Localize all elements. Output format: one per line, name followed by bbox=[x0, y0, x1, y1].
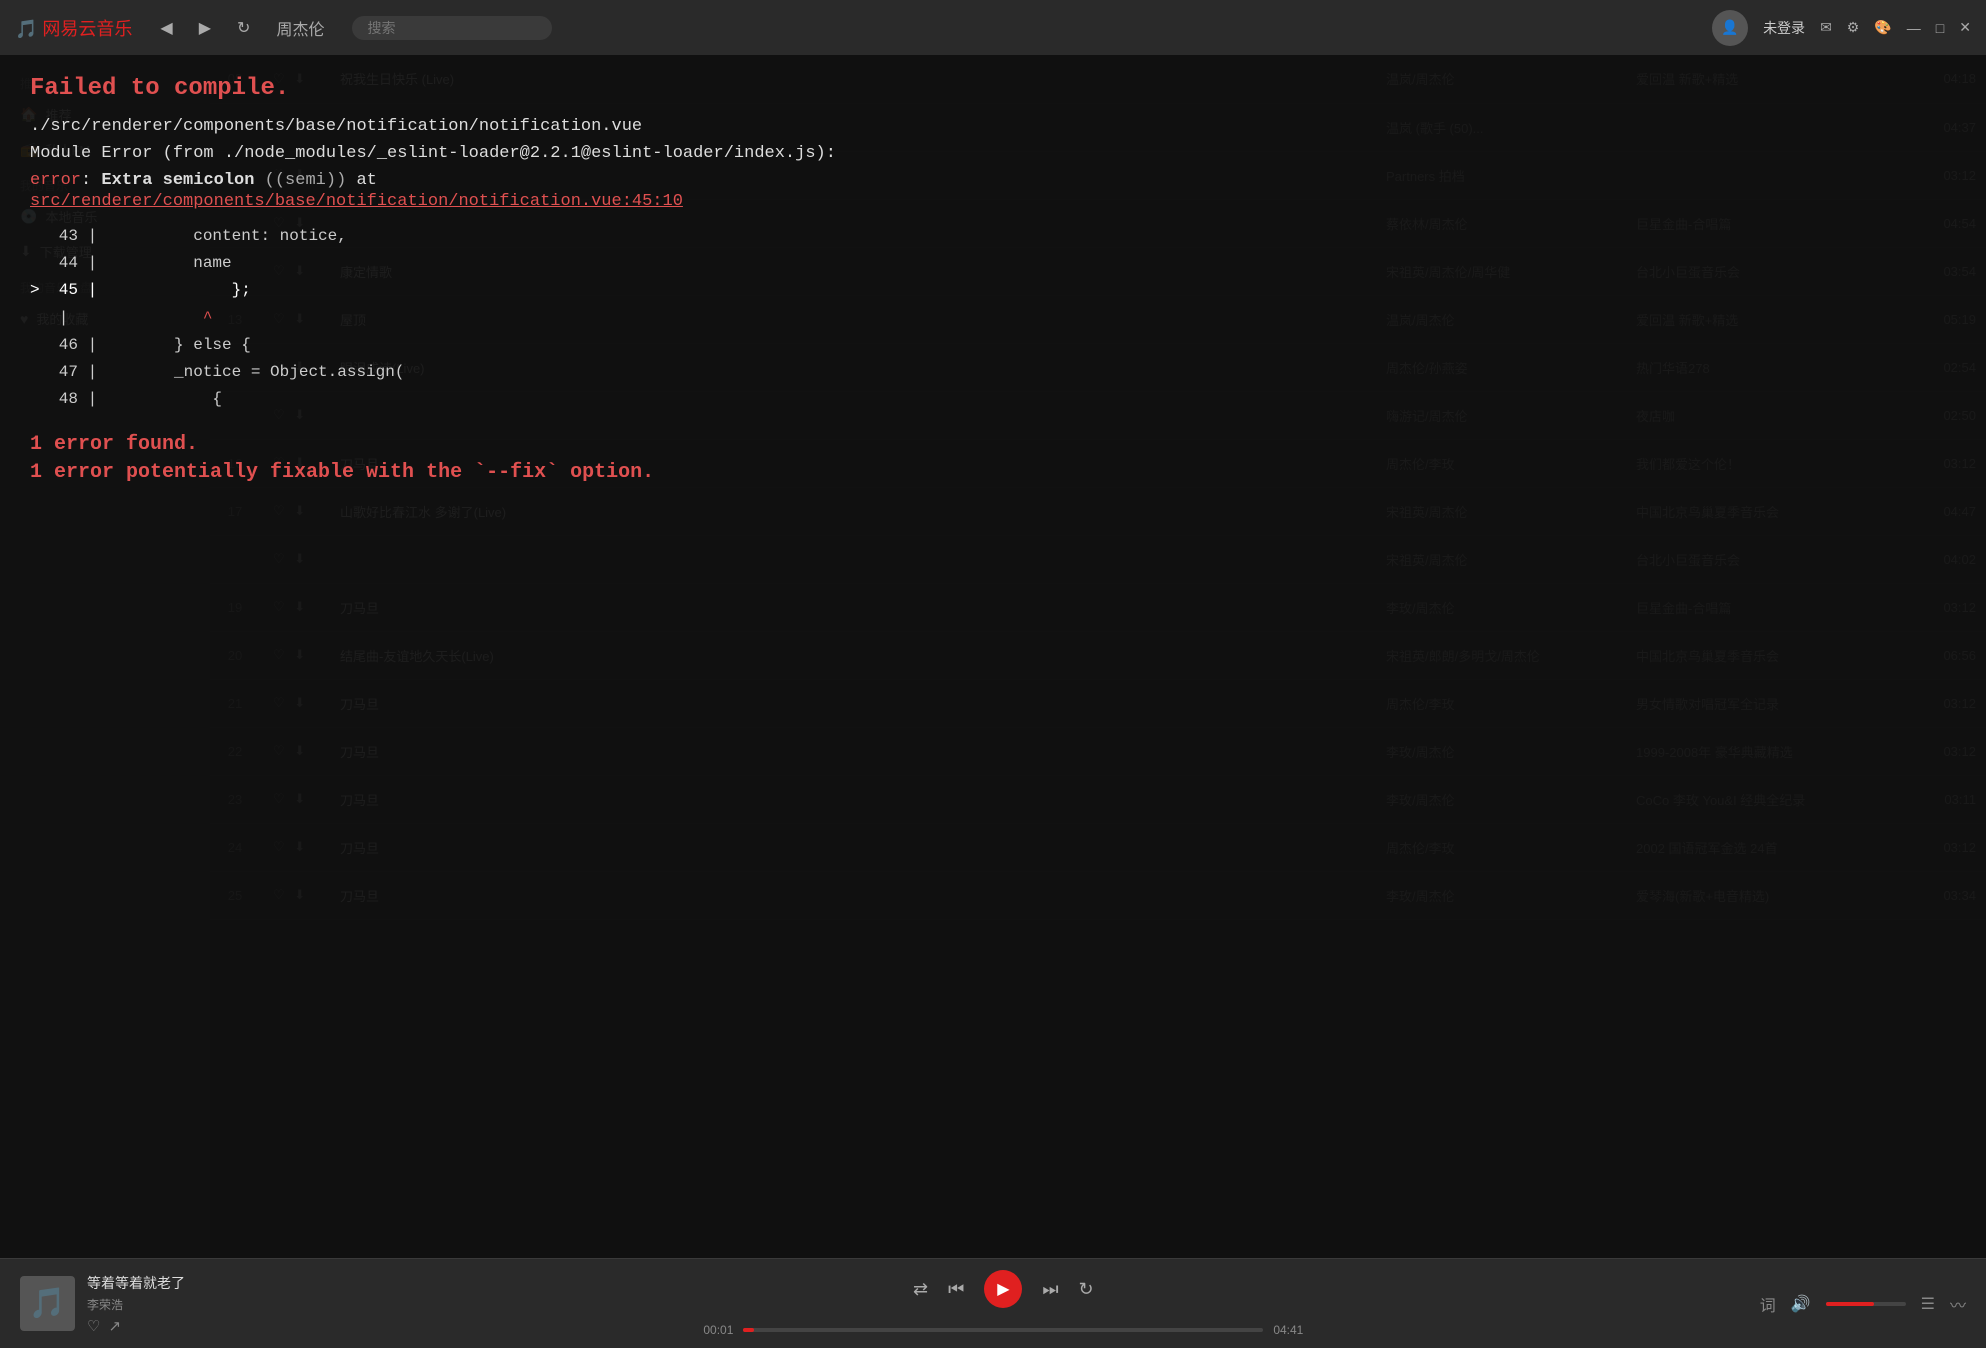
error-desc-bold: Extra semicolon bbox=[101, 171, 254, 190]
error-overlay: Failed to compile. ./src/renderer/compon… bbox=[0, 55, 1986, 1258]
repeat-button[interactable]: ↻ bbox=[1079, 1279, 1094, 1300]
maximize-button[interactable]: □ bbox=[1936, 20, 1944, 36]
skin-icon[interactable]: 🎨 bbox=[1874, 19, 1891, 36]
nav-refresh-button[interactable]: ↻ bbox=[229, 15, 258, 41]
code-block: 43 | content: notice, 44 | name> 45 | };… bbox=[30, 223, 1956, 413]
playlist-icon[interactable]: ☰ bbox=[1921, 1294, 1935, 1314]
error-desc-semi: ((semi)) bbox=[254, 171, 346, 190]
code-line: > 45 | }; bbox=[30, 277, 1956, 304]
waveform-icon[interactable]: 〰 bbox=[1950, 1292, 1966, 1316]
player-bar: 🎵 等着等着就老了 李荣浩 ♡ ↗ ⇄ ⏮ ▶ ⏭ ↻ 00:01 04:41 … bbox=[0, 1258, 1986, 1348]
time-current: 00:01 bbox=[703, 1323, 733, 1337]
message-icon[interactable]: ✉ bbox=[1820, 19, 1832, 36]
prev-button[interactable]: ⏮ bbox=[948, 1279, 964, 1300]
error-module: Module Error (from ./node_modules/_eslin… bbox=[30, 144, 1956, 163]
close-button[interactable]: ✕ bbox=[1959, 19, 1971, 36]
titlebar-right: 👤 未登录 ✉ ⚙ 🎨 — □ ✕ bbox=[1712, 10, 1971, 46]
time-total: 04:41 bbox=[1273, 1323, 1303, 1337]
nav-title: 周杰伦 bbox=[268, 13, 332, 43]
search-input[interactable] bbox=[352, 16, 552, 40]
nav-back-button[interactable]: ◀ bbox=[152, 15, 180, 41]
player-right: 词 🔊 ☰ 〰 bbox=[1760, 1292, 1966, 1316]
error-label-line: error: Extra semicolon ((semi)) at bbox=[30, 171, 1956, 190]
nav-forward-button[interactable]: ▶ bbox=[191, 15, 219, 41]
error-at: at bbox=[346, 171, 377, 190]
code-line: 47 | _notice = Object.assign( bbox=[30, 359, 1956, 386]
error-count: 1 error found. bbox=[30, 433, 1956, 456]
error-fix: 1 error potentially fixable with the `--… bbox=[30, 461, 1956, 484]
album-art: 🎵 bbox=[20, 1276, 75, 1331]
app-logo: 🎵 网易云音乐 bbox=[15, 15, 132, 41]
player-buttons: ⇄ ⏮ ▶ ⏭ ↻ bbox=[913, 1270, 1094, 1308]
play-button[interactable]: ▶ bbox=[984, 1270, 1022, 1308]
error-header: Failed to compile. bbox=[30, 75, 1956, 102]
titlebar: 🎵 网易云音乐 ◀ ▶ ↻ 周杰伦 👤 未登录 ✉ ⚙ 🎨 — □ ✕ bbox=[0, 0, 1986, 55]
shuffle-button[interactable]: ⇄ bbox=[913, 1279, 928, 1300]
error-keyword: error bbox=[30, 171, 81, 190]
track-action-icons: ♡ ↗ bbox=[87, 1317, 227, 1335]
progress-bar[interactable] bbox=[743, 1328, 1263, 1332]
player-controls: ⇄ ⏮ ▶ ⏭ ↻ 00:01 04:41 bbox=[247, 1270, 1760, 1337]
player-progress: 00:01 04:41 bbox=[703, 1323, 1303, 1337]
error-location: src/renderer/components/base/notificatio… bbox=[30, 192, 1956, 211]
error-footer: 1 error found. 1 error potentially fixab… bbox=[30, 433, 1956, 484]
track-info: 等着等着就老了 李荣浩 ♡ ↗ bbox=[87, 1273, 227, 1335]
app-name: 网易云音乐 bbox=[42, 19, 132, 39]
code-line: 44 | name bbox=[30, 250, 1956, 277]
track-name: 等着等着就老了 bbox=[87, 1273, 227, 1293]
error-colon: : bbox=[81, 171, 101, 190]
avatar: 👤 bbox=[1712, 10, 1748, 46]
like-icon[interactable]: ♡ bbox=[87, 1317, 100, 1335]
settings-icon[interactable]: ⚙ bbox=[1847, 19, 1860, 36]
error-path: ./src/renderer/components/base/notificat… bbox=[30, 117, 1956, 136]
code-line: 46 | } else { bbox=[30, 332, 1956, 359]
volume-bar[interactable] bbox=[1826, 1302, 1906, 1306]
minimize-button[interactable]: — bbox=[1907, 20, 1921, 36]
share-icon[interactable]: ↗ bbox=[108, 1317, 121, 1335]
lyrics-icon[interactable]: 词 bbox=[1760, 1292, 1776, 1316]
login-button[interactable]: 未登录 bbox=[1763, 18, 1805, 38]
code-line: 43 | content: notice, bbox=[30, 223, 1956, 250]
code-line: 48 | { bbox=[30, 386, 1956, 413]
nav-controls: ◀ ▶ ↻ 周杰伦 bbox=[152, 13, 332, 43]
volume-icon[interactable]: 🔊 bbox=[1791, 1294, 1811, 1314]
track-artist: 李荣浩 bbox=[87, 1296, 227, 1313]
volume-fill bbox=[1826, 1302, 1874, 1306]
code-line: | ^ bbox=[30, 305, 1956, 332]
next-button[interactable]: ⏭ bbox=[1042, 1279, 1058, 1300]
progress-fill bbox=[743, 1328, 753, 1332]
